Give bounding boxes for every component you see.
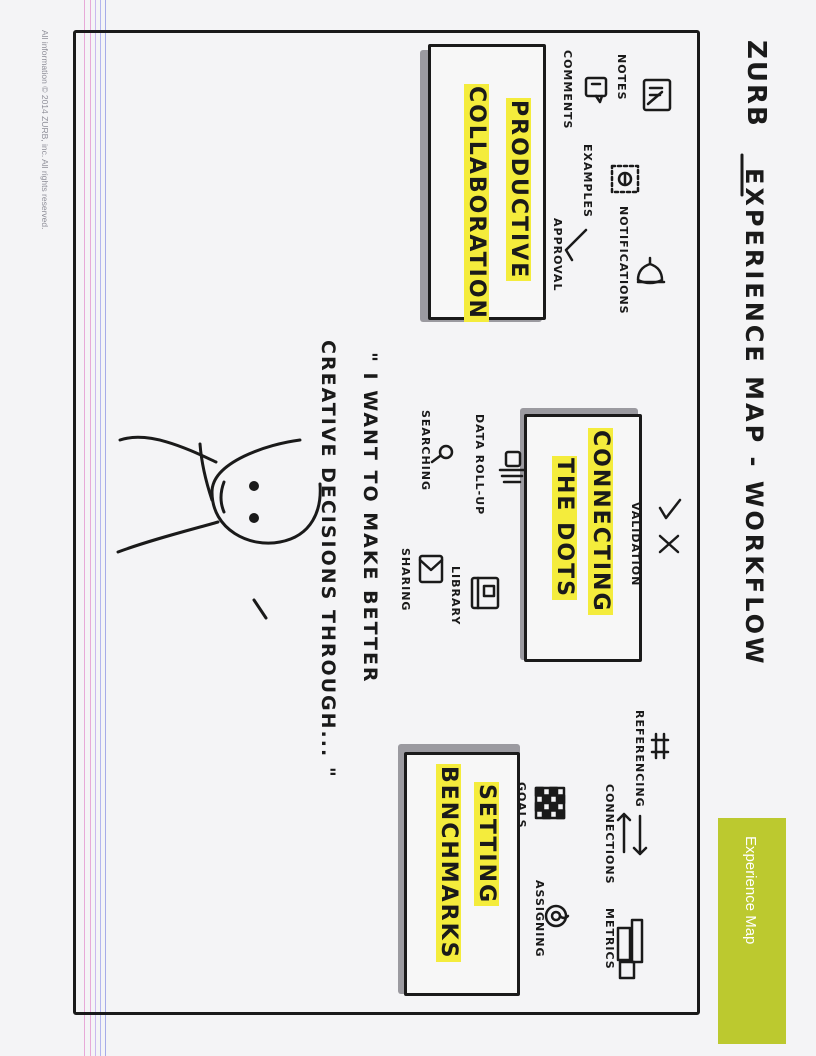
data-rollup-icon: [498, 450, 526, 484]
stick-figure: [116, 435, 322, 620]
sketch-page: All information © 2014 ZURB, inc. All ri…: [0, 0, 816, 1056]
check-icon: [564, 228, 588, 262]
sketch-drawings: [116, 76, 744, 980]
check-x-icon: [658, 498, 682, 554]
notes-icon: [642, 78, 672, 112]
hash-icon: [650, 732, 670, 760]
examples-icon: [610, 164, 640, 194]
bar-chart-icon: [616, 918, 644, 980]
goals-flag-icon: [534, 786, 566, 820]
at-sign-icon: [544, 904, 570, 928]
comments-icon: [584, 76, 608, 104]
arrows-icon: [616, 812, 648, 856]
magnifier-icon: [430, 444, 454, 464]
bell-icon: [636, 256, 666, 285]
sharing-icon: [418, 554, 444, 584]
library-icon: [470, 576, 500, 610]
